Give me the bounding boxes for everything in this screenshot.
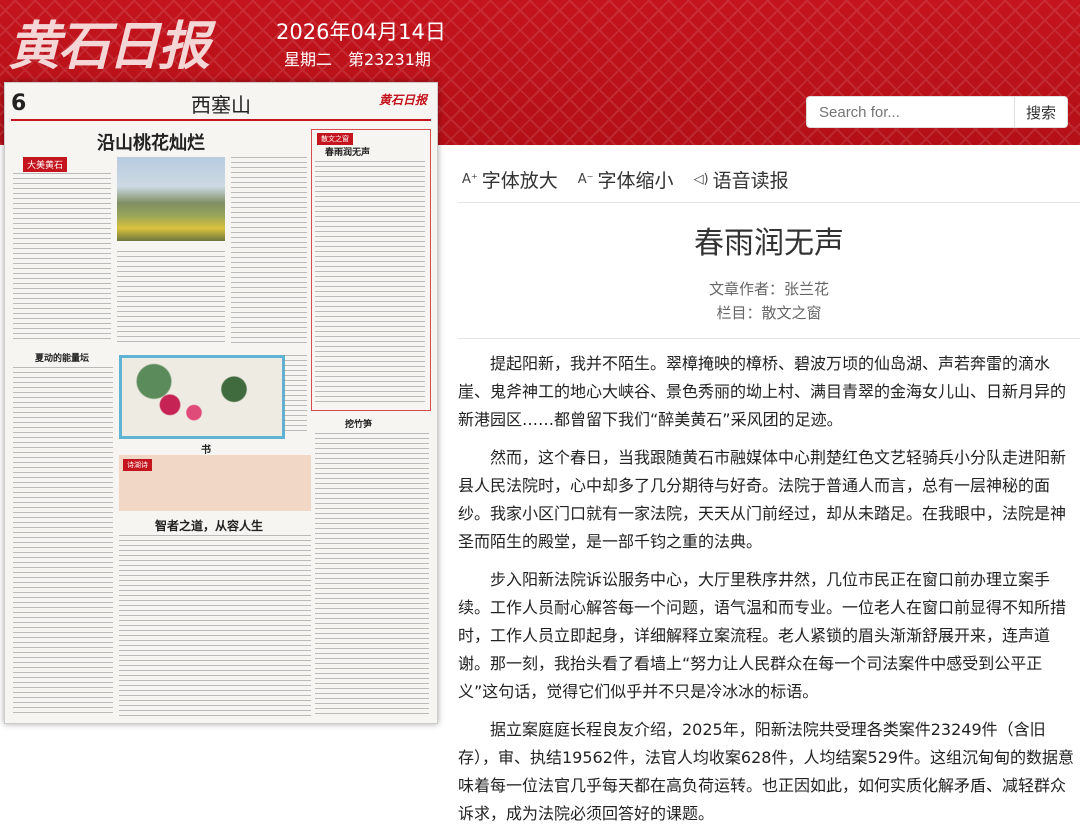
article-paragraph: 然而，这个春日，当我跟随黄石市融媒体中心荆楚红色文艺轻骑兵小分队走进阳新县人民法… bbox=[458, 448, 1067, 551]
text-column[interactable] bbox=[13, 173, 111, 343]
voice-read-label: 语音读报 bbox=[712, 170, 789, 192]
meta-divider bbox=[458, 338, 1080, 339]
article-headline-main[interactable]: 沿山桃花灿烂 bbox=[97, 129, 205, 155]
speaker-icon: ◁) bbox=[693, 172, 709, 187]
article-paragraph: 据立案庭庭长程良友介绍，2025年，阳新法院共受理各类案件23249件（含旧存）… bbox=[458, 720, 1074, 823]
tag-label: 散文之窗 bbox=[317, 133, 353, 145]
tag-label: 大美黄石 bbox=[23, 157, 68, 172]
font-bigger-label: 字体放大 bbox=[481, 170, 558, 192]
font-smaller-label: 字体缩小 bbox=[597, 170, 674, 192]
issue-number: 星期二 第23231期 bbox=[284, 50, 431, 69]
text-column[interactable] bbox=[13, 367, 113, 717]
search-bar: 搜索 bbox=[806, 96, 1068, 128]
voice-read-button[interactable]: ◁) 语音读报 bbox=[694, 166, 789, 193]
text-column[interactable] bbox=[117, 251, 225, 343]
article-body: 提起阳新，我并不陌生。翠樟掩映的樟桥、碧波万顷的仙岛湖、声若奔雷的滴水崖、鬼斧神… bbox=[458, 350, 1074, 838]
text-column[interactable] bbox=[119, 535, 311, 717]
article-title: 春雨润无声 bbox=[694, 226, 844, 261]
newspaper-logo[interactable]: 黄石日报 bbox=[8, 4, 210, 79]
article-headline-5[interactable]: 智者之道，从容人生 bbox=[155, 517, 263, 534]
newspaper-page-image[interactable]: 6 西塞山 黄石日报 沿山桃花灿烂 大美黄石 散文之窗 春雨润无声 夏动的能量坛… bbox=[4, 82, 438, 724]
issue-date: 2026年04月14日 bbox=[276, 20, 446, 44]
page-rule bbox=[11, 119, 431, 121]
reader-toolbar: A⁺ 字体放大 A⁻ 字体缩小 ◁) 语音读报 bbox=[462, 166, 789, 193]
page-section-name: 西塞山 bbox=[191, 93, 251, 117]
font-decrease-icon: A⁻ bbox=[577, 172, 594, 187]
article-column: 栏目：散文之窗 bbox=[716, 304, 822, 322]
article-headline-4[interactable]: 书 bbox=[201, 441, 211, 456]
article-headline-essay[interactable]: 春雨润无声 bbox=[325, 145, 370, 158]
search-button[interactable]: 搜索 bbox=[1014, 96, 1068, 128]
article-paragraph: 提起阳新，我并不陌生。翠樟掩映的樟桥、碧波万顷的仙岛湖、声若奔雷的滴水崖、鬼斧神… bbox=[458, 354, 1067, 429]
page-logo: 黄石日报 bbox=[378, 93, 427, 107]
article-author: 文章作者：张兰花 bbox=[708, 280, 829, 298]
font-smaller-button[interactable]: A⁻ 字体缩小 bbox=[578, 166, 674, 193]
article-headline-2[interactable]: 夏动的能量坛 bbox=[35, 351, 89, 364]
text-column[interactable] bbox=[315, 433, 429, 717]
page-number: 6 bbox=[11, 91, 27, 116]
article-paragraph: 步入阳新法院诉讼服务中心，大厅里秩序井然，几位市民正在窗口前办理立案手续。工作人… bbox=[458, 570, 1067, 701]
toolbar-divider bbox=[458, 202, 1080, 203]
tag-label: 诗湖诗 bbox=[123, 459, 152, 471]
article-photo[interactable] bbox=[117, 157, 225, 241]
font-bigger-button[interactable]: A⁺ 字体放大 bbox=[462, 166, 558, 193]
search-input[interactable] bbox=[806, 96, 1014, 128]
text-column[interactable] bbox=[283, 355, 307, 433]
peony-painting[interactable] bbox=[119, 355, 285, 439]
text-column[interactable] bbox=[315, 161, 425, 405]
font-increase-icon: A⁺ bbox=[462, 172, 478, 187]
article-headline-3[interactable]: 挖竹笋 bbox=[345, 417, 372, 430]
text-column[interactable] bbox=[231, 157, 307, 343]
